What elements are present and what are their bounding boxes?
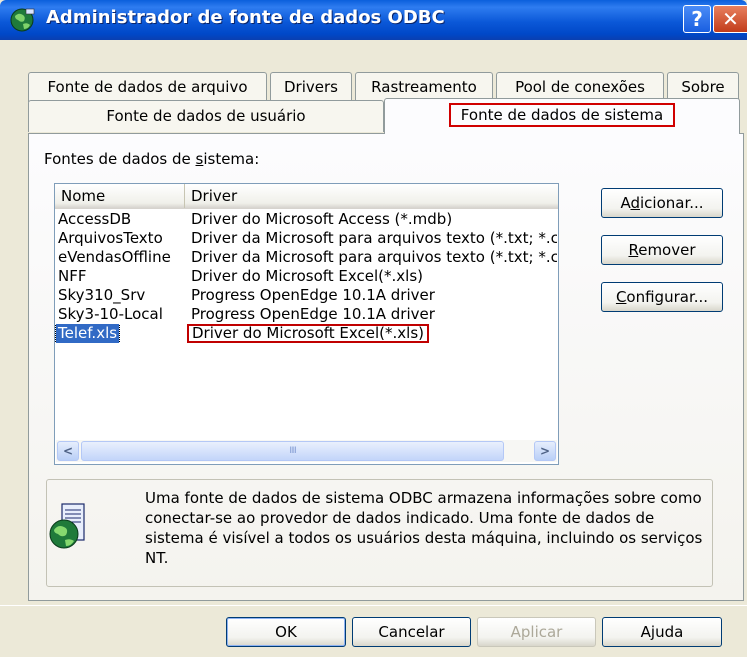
item-driver: Driver da Microsoft para arquivos texto …	[191, 248, 557, 266]
configure-button[interactable]: Configurar...	[601, 282, 723, 312]
tab-fonte-dados-usuario[interactable]: Fonte de dados de usuário	[28, 100, 384, 132]
scroll-right-arrow-icon[interactable]: >	[534, 441, 556, 461]
item-driver: Driver do Microsoft Access (*.mdb)	[191, 210, 453, 228]
group-label: Fontes de dados de sistema:	[44, 150, 260, 168]
scroll-left-arrow-icon[interactable]: <	[57, 441, 79, 461]
apply-button[interactable]: Aplicar	[477, 617, 596, 647]
tab-label: Sobre	[681, 78, 725, 96]
tab-label: Fonte de dados de arquivo	[47, 78, 248, 96]
item-driver: Progress OpenEdge 10.1A driver	[191, 286, 435, 304]
tab-label: Fonte de dados de usuário	[106, 107, 306, 125]
tab-label: Drivers	[284, 78, 338, 96]
item-name: Telef.xls	[55, 324, 121, 343]
item-name: Sky3-10-Local	[58, 305, 163, 323]
list-item[interactable]: Sky3-10-Local Progress OpenEdge 10.1A dr…	[55, 305, 558, 324]
list-item[interactable]: AccessDB Driver do Microsoft Access (*.m…	[55, 210, 558, 229]
close-title-button[interactable]: ✕	[713, 5, 747, 33]
list-header: Nome Driver	[55, 184, 558, 209]
item-name: AccessDB	[58, 210, 132, 228]
item-driver: Progress OpenEdge 10.1A driver	[191, 305, 435, 323]
scroll-thumb[interactable]: IIII	[81, 441, 504, 461]
cancel-button[interactable]: Cancelar	[352, 617, 471, 647]
add-button[interactable]: Adicionar...	[601, 188, 723, 218]
column-header-driver[interactable]: Driver	[185, 184, 558, 208]
system-dsn-globe-icon	[49, 503, 85, 549]
data-source-list[interactable]: Nome Driver AccessDB Driver do Microsoft…	[54, 183, 559, 465]
item-name: eVendasOffline	[58, 248, 171, 266]
column-header-nome[interactable]: Nome	[55, 184, 185, 208]
item-driver: Driver do Microsoft Excel(*.xls)	[187, 324, 429, 343]
ok-button[interactable]: OK	[226, 617, 346, 647]
tab-label: Fonte de dados de sistema	[448, 103, 676, 127]
title-bar[interactable]: Administrador de fonte de dados ODBC ? ✕	[0, 0, 747, 40]
tab-fonte-dados-sistema[interactable]: Fonte de dados de sistema	[384, 98, 740, 134]
list-item[interactable]: ArquivosTexto Driver da Microsoft para a…	[55, 229, 558, 248]
tab-label: Pool de conexões	[515, 78, 645, 96]
info-text: Uma fonte de dados de sistema ODBC armaz…	[145, 489, 703, 567]
help-title-button[interactable]: ?	[683, 5, 711, 33]
list-item[interactable]: NFF Driver do Microsoft Excel(*.xls)	[55, 267, 558, 286]
tab-drivers[interactable]: Drivers	[270, 72, 352, 102]
horizontal-scrollbar[interactable]: < IIII >	[56, 440, 557, 462]
remove-button[interactable]: Remover	[601, 235, 723, 265]
divider	[0, 605, 747, 606]
item-name: NFF	[58, 267, 87, 285]
odbc-globe-icon	[10, 8, 35, 32]
item-name: Sky310_Srv	[58, 286, 146, 304]
list-item[interactable]: eVendasOffline Driver da Microsoft para …	[55, 248, 558, 267]
window-title: Administrador de fonte de dados ODBC	[46, 7, 445, 28]
item-driver: Driver da Microsoft para arquivos texto …	[191, 229, 557, 247]
tab-label: Rastreamento	[371, 78, 477, 96]
tab-fonte-dados-arquivo[interactable]: Fonte de dados de arquivo	[28, 72, 267, 102]
item-name: ArquivosTexto	[58, 229, 163, 247]
help-button[interactable]: Ajuda	[602, 617, 722, 647]
list-item-selected[interactable]: Telef.xls Driver do Microsoft Excel(*.xl…	[55, 324, 558, 346]
item-driver: Driver do Microsoft Excel(*.xls)	[191, 267, 423, 285]
list-item[interactable]: Sky310_Srv Progress OpenEdge 10.1A drive…	[55, 286, 558, 305]
